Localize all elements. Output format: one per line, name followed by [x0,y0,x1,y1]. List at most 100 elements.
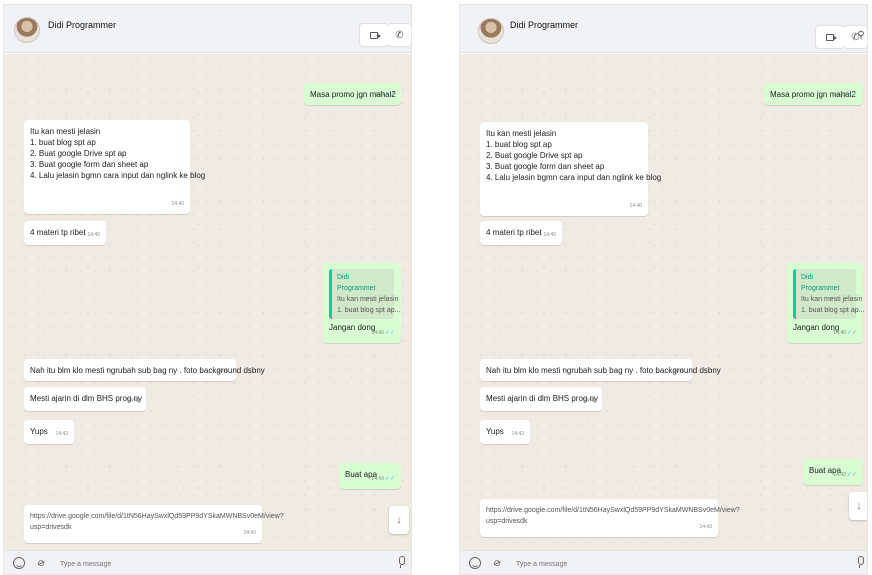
message-time: 14:41 [583,398,596,404]
message-text: Mesti ajarin di dlm BHS prog ny [486,394,599,403]
message-time: 14:43✓✓ [833,472,857,478]
message-time: 14:42 [511,431,524,437]
message-bubble[interactable]: 4 materi tp ribet 14:40 [24,221,106,245]
read-ticks-icon: ✓✓ [846,92,857,98]
quoted-message[interactable]: Didi Programmer Itu kan mesti jelasin 1.… [793,269,865,319]
chat-header: Didi Programmer ✆ ⚲ [4,5,411,53]
message-link[interactable]: https://drive.google.com/file/d/1tN56Hay… [30,511,284,522]
avatar[interactable] [478,18,504,44]
message-time: 14:40✓✓ [371,330,395,336]
read-ticks-icon: ✓✓ [384,330,395,336]
message-bubble[interactable]: Yups 14:42 [480,420,530,444]
chat-header: Didi Programmer ✆ ⚲ [460,5,867,53]
message-list[interactable]: Masa promo jgn mahal2 14:39✓✓ Itu kan me… [4,54,411,550]
mic-icon[interactable] [397,556,405,569]
voice-call-icon: ✆ [395,29,404,41]
arrow-down-icon: ↓ [856,500,862,512]
message-bubble[interactable]: Nah itu blm klo mesti ngrubah sub bag ny… [24,359,265,381]
message-text: 1. buat blog spt ap [30,138,96,147]
quoted-text: 1. buat blog spt ap... [801,307,865,314]
message-link[interactable]: usp=drivesdk [30,522,255,533]
message-bubble[interactable]: Didi Programmer Itu kan mesti jelasin 1.… [787,263,865,343]
video-call-icon [826,33,837,41]
paperclip-icon[interactable]: ⌀ [492,555,503,570]
message-bubble[interactable]: Buat apa 14:43✓✓ [339,463,401,489]
search-button[interactable]: ⚲ [853,27,867,43]
message-text: 4. Lalu jelasin bgmn cara input dan ngli… [30,171,206,180]
video-call-button[interactable] [815,25,845,49]
message-bubble[interactable]: 4 materi tp ribet 14:40 [480,221,562,245]
contact-name[interactable]: Didi Programmer [48,20,116,30]
read-ticks-icon: ✓✓ [846,472,857,478]
message-time: 14:43 [243,530,256,536]
message-bubble[interactable]: Masa promo jgn mahal2 14:39✓✓ [304,83,401,105]
message-time: 14:40✓✓ [833,330,857,336]
emoji-icon[interactable] [13,557,25,569]
read-ticks-icon: ✓✓ [384,92,395,98]
message-bubble[interactable]: Yups 14:42 [24,420,74,444]
composer-bar: ⌀ [460,550,867,574]
video-call-icon [370,31,381,39]
voice-call-button[interactable]: ✆ [388,23,411,47]
message-text: 2. Buat google Drive spt ap [30,149,127,158]
message-list[interactable]: Masa promo jgn mahal2 14:39✓✓ Itu kan me… [460,54,867,550]
message-time: 14:43✓✓ [371,476,395,482]
message-input[interactable] [516,557,836,571]
scroll-down-button[interactable]: ↓ [849,492,867,520]
chat-window-right: Didi Programmer ✆ ⚲ Masa promo jgn mahal… [459,4,868,575]
message-bubble[interactable]: https://drive.google.com/file/d/1tN56Hay… [480,499,740,537]
message-time: 14:40 [629,203,642,209]
message-bubble[interactable]: https://drive.google.com/file/d/1tN56Hay… [24,505,284,543]
read-ticks-icon: ✓✓ [846,330,857,336]
message-time: 14:40 [87,232,100,238]
message-text: 3. Buat google form dan sheet ap [30,160,149,169]
arrow-down-icon: ↓ [396,514,402,526]
quoted-text: Itu kan mesti jelasin [801,296,863,303]
message-time: 14:41 [673,368,686,374]
video-call-button[interactable] [359,23,389,47]
message-time: 14:43 [699,524,712,530]
search-icon: ⚲ [857,29,865,41]
message-bubble[interactable]: Didi Programmer Itu kan mesti jelasin 1.… [323,263,401,343]
message-link[interactable]: https://drive.google.com/file/d/1tN56Hay… [486,505,740,516]
message-text: 2. Buat google Drive spt ap [486,151,583,160]
message-link[interactable]: usp=drivesdk [486,516,711,527]
message-text: Nah itu blm klo mesti ngrubah sub bag ny… [486,366,721,375]
message-bubble[interactable]: Masa promo jgn mahal2 14:39✓✓ [764,83,863,105]
message-bubble[interactable]: Itu kan mesti jelasin 1. buat blog spt a… [24,120,206,214]
message-bubble[interactable]: Mesti ajarin di dlm BHS prog ny 14:41 [480,387,602,411]
scroll-down-button[interactable]: ↓ [389,506,409,534]
message-time: 14:40 [171,201,184,207]
emoji-icon[interactable] [469,557,481,569]
message-time: 14:39✓✓ [371,92,395,98]
message-time: 14:41 [217,368,230,374]
quoted-author: Didi Programmer [801,274,840,292]
message-text: 4. Lalu jelasin bgmn cara input dan ngli… [486,173,662,182]
contact-name[interactable]: Didi Programmer [510,20,578,30]
quoted-message[interactable]: Didi Programmer Itu kan mesti jelasin 1.… [329,269,401,319]
message-text: Itu kan mesti jelasin [486,129,557,138]
message-bubble[interactable]: Buat apa 14:43✓✓ [803,459,863,485]
quoted-text: 1. buat blog spt ap... [337,307,401,314]
message-time: 14:41 [127,398,140,404]
message-text: 3. Buat google form dan sheet ap [486,162,605,171]
paperclip-icon[interactable]: ⌀ [36,555,47,570]
message-text: Itu kan mesti jelasin [30,127,101,136]
avatar[interactable] [14,17,40,43]
mic-icon[interactable] [856,556,864,569]
message-time: 14:40 [543,232,556,238]
message-text: Nah itu blm klo mesti ngrubah sub bag ny… [30,366,265,375]
composer-bar: ⌀ [4,550,411,574]
quoted-text: Itu kan mesti jelasin [337,296,399,303]
message-bubble[interactable]: Nah itu blm klo mesti ngrubah sub bag ny… [480,359,721,381]
message-bubble[interactable]: Itu kan mesti jelasin 1. buat blog spt a… [480,122,662,216]
chat-window-left: Didi Programmer ✆ ⚲ Masa promo jgn mahal… [3,4,412,575]
message-text: 1. buat blog spt ap [486,140,552,149]
message-text: Mesti ajarin di dlm BHS prog ny [30,394,143,403]
read-ticks-icon: ✓✓ [384,476,395,482]
message-time: 14:39✓✓ [833,92,857,98]
quoted-author: Didi Programmer [337,274,376,292]
message-bubble[interactable]: Mesti ajarin di dlm BHS prog ny 14:41 [24,387,146,411]
message-time: 14:42 [55,431,68,437]
message-input[interactable] [60,557,380,571]
